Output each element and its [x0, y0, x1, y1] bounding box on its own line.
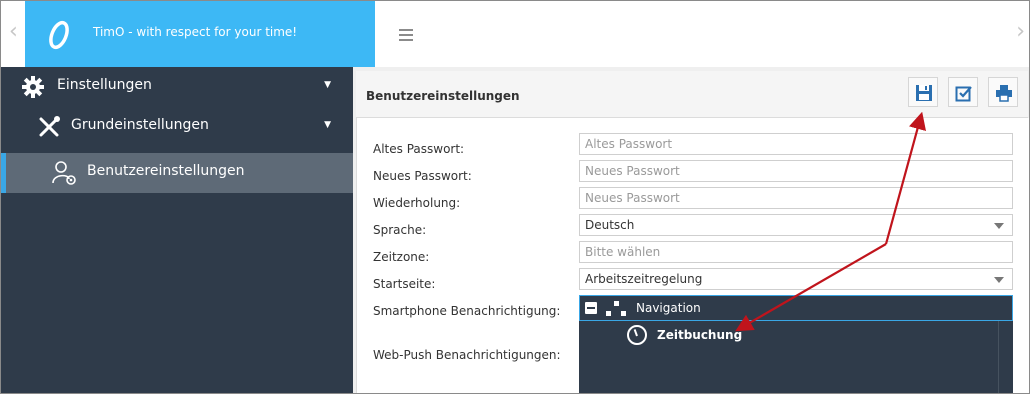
tools-icon — [39, 116, 60, 137]
sidebar-item-einstellungen[interactable]: Einstellungen ▼ — [1, 67, 353, 107]
save-icon — [916, 85, 932, 101]
panel-header: Benutzereinstellungen — [356, 71, 1028, 118]
dropdown-caret-icon — [994, 223, 1004, 229]
confirm-button[interactable] — [948, 77, 978, 107]
panel-title: Benutzereinstellungen — [366, 89, 520, 103]
repeat-password-field[interactable]: Neues Passwort — [579, 187, 1013, 209]
smartphone-notification-label: Smartphone Benachrichtigung: — [373, 304, 561, 318]
print-button[interactable] — [988, 77, 1018, 107]
nav-prev-arrow[interactable]: ‹ — [9, 19, 18, 45]
start-page-label: Startseite: — [373, 277, 436, 291]
timezone-label: Zeitzone: — [373, 250, 430, 264]
app-title: TimO - with respect for your time! — [93, 25, 298, 39]
repeat-password-label: Wiederholung: — [373, 196, 461, 210]
language-label: Sprache: — [373, 223, 427, 237]
language-value: Deutsch — [585, 218, 635, 232]
tree-node-label: Navigation — [636, 301, 701, 315]
navigation-tree-dropdown: Navigation Zeitbuchung — [579, 295, 1013, 393]
start-page-value: Arbeitszeitregelung — [585, 272, 703, 286]
sidebar-item-grundeinstellungen[interactable]: Grundeinstellungen ▼ — [1, 107, 353, 147]
checkbox-icon — [955, 86, 972, 102]
active-indicator — [1, 153, 6, 193]
tree-node-label: Zeitbuchung — [657, 328, 743, 342]
tree-scrollbar[interactable] — [998, 321, 1013, 393]
user-settings-icon — [52, 161, 76, 185]
old-password-label: Altes Passwort: — [373, 142, 465, 156]
hamburger-menu-icon[interactable] — [399, 29, 413, 41]
timo-logo-icon — [49, 20, 69, 50]
nav-next-arrow[interactable]: › — [1016, 19, 1025, 45]
dropdown-caret-icon — [994, 277, 1004, 283]
save-button[interactable] — [908, 77, 938, 107]
sitemap-icon — [606, 301, 626, 316]
sidebar-item-benutzereinstellungen[interactable]: Benutzereinstellungen — [1, 153, 353, 193]
user-settings-form: Altes Passwort: Altes Passwort Neues Pas… — [356, 118, 1029, 393]
clock-icon — [627, 325, 647, 345]
caret-down-icon: ▼ — [324, 120, 331, 130]
gear-icon — [22, 76, 44, 98]
new-password-label: Neues Passwort: — [373, 169, 472, 183]
brand-header: TimO - with respect for your time! — [25, 1, 375, 67]
timezone-field[interactable]: Bitte wählen — [579, 241, 1013, 263]
webpush-notification-label: Web-Push Benachrichtigungen: — [373, 348, 561, 362]
sidebar-item-label: Grundeinstellungen — [71, 117, 209, 133]
print-icon — [996, 85, 1012, 102]
sidebar-item-label: Einstellungen — [57, 77, 152, 93]
sidebar: Einstellungen ▼ Grundeinstellungen ▼ Ben… — [1, 67, 353, 393]
old-password-field[interactable]: Altes Passwort — [579, 133, 1013, 155]
tree-node-navigation[interactable]: Navigation — [579, 295, 1013, 321]
caret-down-icon: ▼ — [324, 80, 331, 90]
language-select[interactable]: Deutsch — [579, 214, 1013, 236]
sidebar-item-label: Benutzereinstellungen — [87, 163, 245, 179]
start-page-select[interactable]: Arbeitszeitregelung — [579, 268, 1013, 290]
top-bar: ‹ TimO - with respect for your time! › — [1, 1, 1029, 68]
collapse-icon[interactable] — [585, 302, 597, 314]
new-password-field[interactable]: Neues Passwort — [579, 160, 1013, 182]
app-window: ‹ TimO - with respect for your time! › E… — [0, 0, 1030, 394]
